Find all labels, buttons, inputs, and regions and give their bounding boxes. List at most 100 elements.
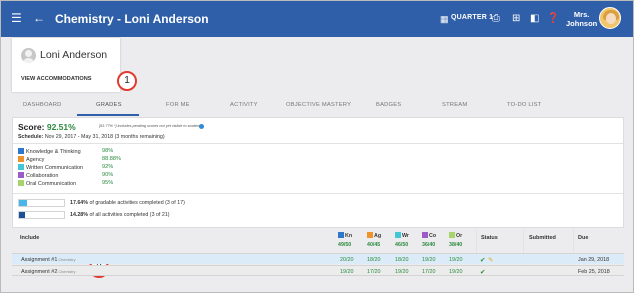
cat-score-kn: 49/50 <box>338 242 352 248</box>
cat-header-or: Or <box>449 232 462 239</box>
category-value: 90% <box>102 172 114 178</box>
all-progress-fill <box>19 212 26 218</box>
tab-dashboard[interactable]: DASHBOARD <box>23 102 62 108</box>
score-cell: 19/20 <box>422 257 436 263</box>
score-cell: 18/20 <box>367 257 381 263</box>
divider <box>13 143 623 144</box>
knowledge-swatch <box>18 148 24 154</box>
due-date: Jan 29, 2018 <box>578 257 610 263</box>
score-panel: Score: 92.51% [93.77% *] includes pendin… <box>12 117 624 228</box>
student-card: Loni Anderson VIEW ACCOMMODATIONS <box>12 38 120 92</box>
student-name: Loni Anderson <box>40 49 108 61</box>
user-name[interactable]: Mrs. Johnson <box>566 10 597 28</box>
all-progress-bar <box>18 211 65 219</box>
category-name: Agency <box>26 157 45 163</box>
cat-header-wr: Wr <box>395 232 409 239</box>
category-value: 95% <box>102 180 114 186</box>
tab-badges[interactable]: BADGES <box>376 102 401 108</box>
calendar-icon[interactable]: ▦ <box>440 13 449 25</box>
hamburger-icon[interactable]: ☰ <box>11 12 22 24</box>
student-photo-icon <box>21 48 36 63</box>
gradable-progress-bar <box>18 199 65 207</box>
written-swatch <box>18 164 24 170</box>
score-cell: 19/20 <box>395 269 409 275</box>
user-name-line2: Johnson <box>566 19 598 28</box>
score-cell: 19/20 <box>449 269 463 275</box>
user-name-line1: Mrs. <box>573 10 590 19</box>
gradable-progress-pct: 17.64% <box>70 200 88 206</box>
back-arrow-icon[interactable]: ← <box>33 12 45 24</box>
table-row[interactable]: Assignment #1Chemistry 20/20 18/20 18/20… <box>12 253 624 264</box>
tab-stream[interactable]: STREAM <box>442 102 467 108</box>
category-value: 88.88% <box>102 156 121 162</box>
category-name: Written Communication <box>26 165 84 171</box>
tab-objective-mastery[interactable]: OBJECTIVE MASTERY <box>286 102 351 108</box>
add-icon[interactable]: ⊞ <box>512 13 520 25</box>
all-progress-pct: 14.28% <box>70 212 88 218</box>
due-header[interactable]: Due <box>578 235 588 241</box>
quarter-selector[interactable]: QUARTER 1 <box>451 14 493 21</box>
oral-swatch <box>18 180 24 186</box>
active-tab-indicator <box>77 114 139 116</box>
avatar-face <box>606 13 616 24</box>
callout-marker-1: 1 <box>117 71 137 91</box>
assignments-table: Include Kn 49/50 Ag 40/45 Wr 46/50 Co 36… <box>12 229 624 291</box>
status-header[interactable]: Status <box>481 235 498 241</box>
app-window: ☰ ← Chemistry - Loni Anderson ▦ QUARTER … <box>0 0 634 293</box>
category-value: 92% <box>102 164 114 170</box>
top-bar: ☰ ← Chemistry - Loni Anderson ▦ QUARTER … <box>1 1 633 37</box>
schedule-text: Nov 29, 2017 - May 31, 2018 (3 months re… <box>44 134 165 140</box>
agency-swatch <box>18 156 24 162</box>
assignment-name[interactable]: Assignment #2Chemistry <box>21 269 75 275</box>
tab-grades[interactable]: GRADES <box>96 102 122 108</box>
cat-header-ag: Ag <box>367 232 381 239</box>
print-icon[interactable]: ⎙ <box>492 13 500 25</box>
help-icon[interactable]: ❓ <box>547 13 559 25</box>
divider <box>13 193 623 194</box>
score-line: Score: 92.51% <box>18 122 76 132</box>
include-header[interactable]: Include <box>20 235 39 241</box>
view-accommodations-link[interactable]: VIEW ACCOMMODATIONS <box>21 76 92 82</box>
cat-score-ag: 40/45 <box>367 242 381 248</box>
tab-bar: DASHBOARD GRADES FOR ME ACTIVITY OBJECTI… <box>1 98 633 115</box>
category-collaboration: Collaboration <box>18 172 58 179</box>
clipboard-icon[interactable]: ◧ <box>530 13 539 25</box>
cat-header-co: Co <box>422 232 436 239</box>
due-date: Feb 25, 2018 <box>578 269 610 275</box>
score-cell: 17/20 <box>367 269 381 275</box>
pencil-icon[interactable]: ✎ <box>488 256 493 264</box>
category-value: 98% <box>102 148 114 154</box>
gradable-progress-fill <box>19 200 27 206</box>
all-progress-label: of all activities completed (3 of 21) <box>89 212 170 218</box>
score-cell: 17/20 <box>422 269 436 275</box>
tab-activity[interactable]: ACTIVITY <box>230 102 258 108</box>
gradable-progress-label: of gradable activities completed (3 of 1… <box>89 200 185 206</box>
score-label: Score: <box>18 122 45 132</box>
tab-for-me[interactable]: FOR ME <box>166 102 190 108</box>
score-cell: 20/20 <box>340 257 354 263</box>
schedule-label: Schedule: <box>18 134 44 140</box>
gradable-progress-text: 17.64% of gradable activities completed … <box>70 200 185 206</box>
checkmark-icon: ✔ <box>480 257 486 264</box>
checkmark-icon: ✔ <box>480 269 486 276</box>
score-cell: 18/20 <box>395 257 409 263</box>
category-name: Oral Communication <box>26 181 77 187</box>
score-value: 92.51% <box>46 122 76 132</box>
page-title: Chemistry - Loni Anderson <box>55 12 209 26</box>
score-note: [93.77% *] includes pending scores not y… <box>99 124 201 128</box>
category-agency: Agency <box>18 156 44 163</box>
assignment-name[interactable]: Assignment #1Chemistry <box>21 257 75 263</box>
avatar[interactable] <box>599 7 621 29</box>
category-written: Written Communication <box>18 164 83 171</box>
category-name: Knowledge & Thinking <box>26 149 81 155</box>
cat-score-co: 36/40 <box>422 242 436 248</box>
table-row[interactable]: Assignment #2Chemistry 19/20 17/20 19/20… <box>12 265 624 276</box>
info-icon[interactable] <box>199 124 204 129</box>
category-oral: Oral Communication <box>18 180 76 187</box>
score-cell: 19/20 <box>340 269 354 275</box>
category-name: Collaboration <box>26 173 59 179</box>
collaboration-swatch <box>18 172 24 178</box>
tab-to-do-list[interactable]: TO-DO LIST <box>507 102 541 108</box>
schedule-line: Schedule: Nov 29, 2017 - May 31, 2018 (3… <box>18 134 165 140</box>
submitted-header[interactable]: Submitted <box>529 235 556 241</box>
